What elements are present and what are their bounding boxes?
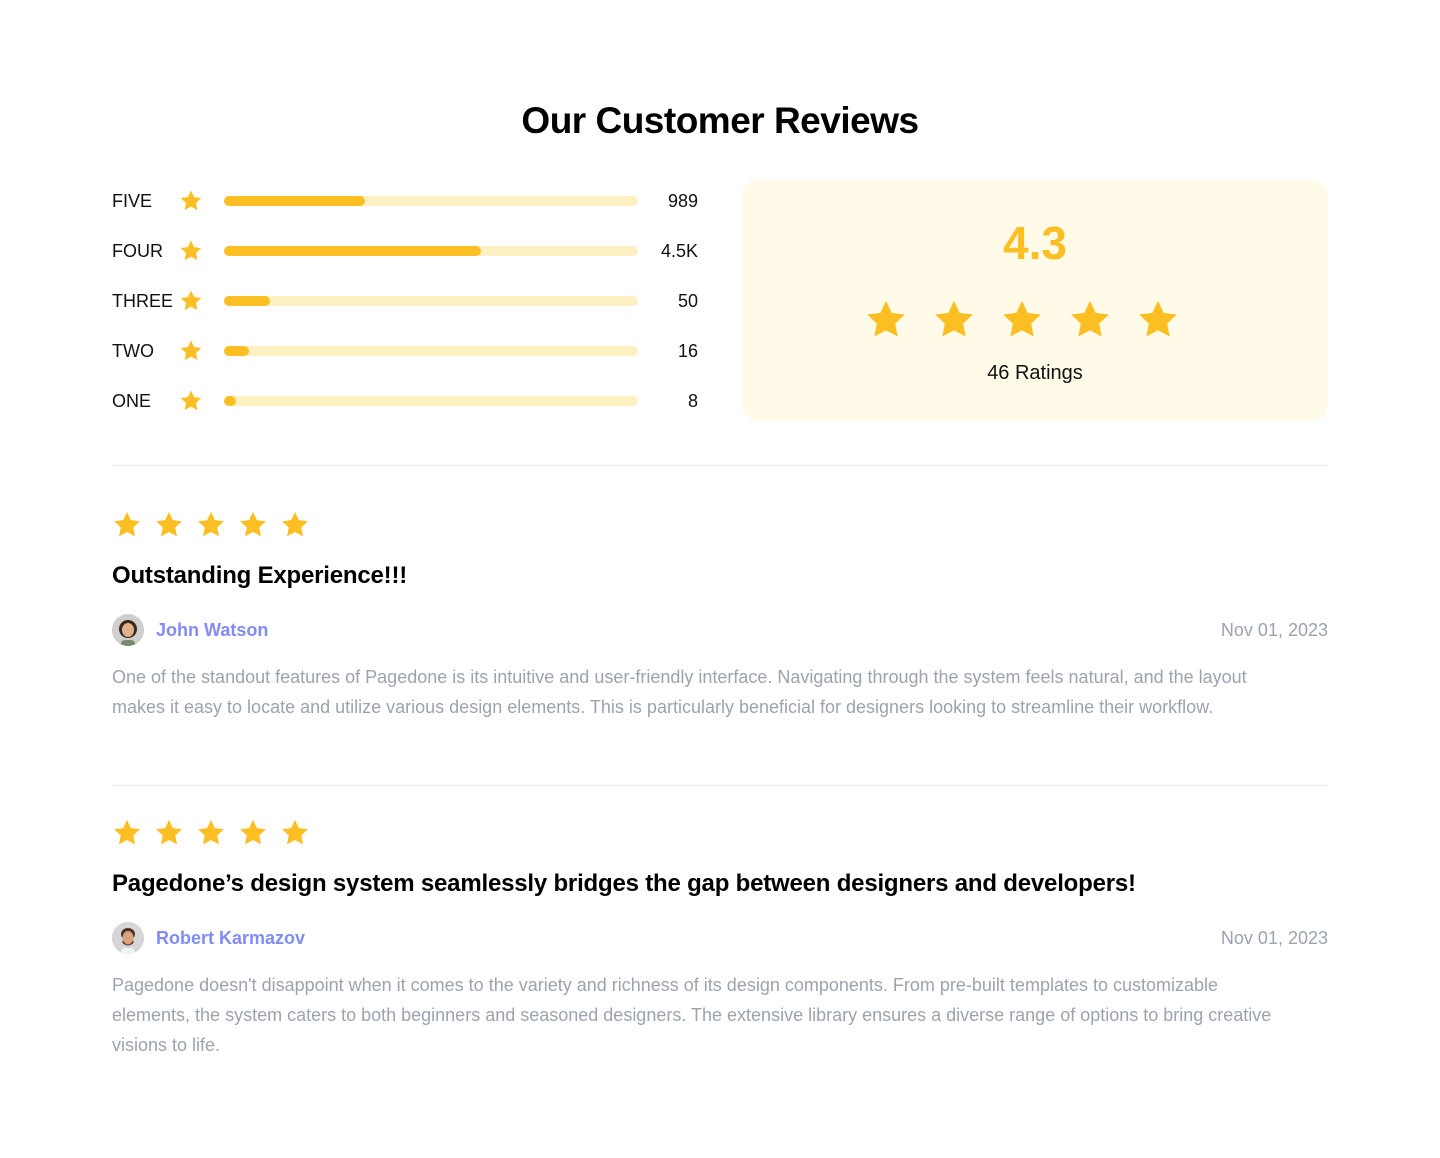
distribution-row-five: FIVE 989: [112, 182, 698, 232]
distribution-label: FIVE: [112, 191, 153, 211]
page-title: Our Customer Reviews: [521, 100, 919, 141]
distribution-count: 50: [677, 291, 698, 311]
star-icon: [1139, 300, 1177, 337]
review-author[interactable]: John Watson: [156, 620, 268, 641]
star-icon: [1003, 300, 1041, 337]
distribution-bar: [224, 296, 638, 306]
distribution-label: THREE: [112, 291, 174, 311]
distribution-bar-fill: [224, 296, 270, 306]
distribution-bar-fill: [224, 346, 249, 356]
ratings-count: 46 Ratings: [987, 362, 1083, 384]
review-body: Pagedone doesn't disappoint when it come…: [112, 975, 1272, 1055]
distribution-bar-fill: [224, 246, 481, 256]
star-icon: [240, 819, 266, 845]
review-author[interactable]: Robert Karmazov: [156, 928, 305, 949]
star-icon: [180, 340, 202, 361]
avatar[interactable]: [112, 922, 144, 954]
average-score: 4.3: [1003, 217, 1067, 269]
review-title: Outstanding Experience!!!: [112, 562, 408, 589]
star-icon: [240, 511, 266, 537]
star-icon: [198, 819, 224, 845]
distribution-row-one: ONE 8: [112, 382, 698, 432]
avatar[interactable]: [112, 614, 144, 646]
avatar-robert-karmazov-icon: [112, 922, 144, 954]
distribution-bar-fill: [224, 196, 365, 206]
star-icon: [180, 190, 202, 211]
rating-summary-card: 4.3 46 Ratings: [742, 180, 1328, 421]
divider: [112, 465, 1328, 466]
star-icon: [114, 819, 140, 845]
distribution-bar: [224, 246, 638, 256]
star-icon: [114, 511, 140, 537]
star-icon: [867, 300, 905, 337]
review-body: One of the standout features of Pagedone…: [112, 667, 1247, 717]
distribution-bar: [224, 396, 638, 406]
star-icon: [282, 819, 308, 845]
rating-distribution: FIVE 989 FOUR 4.5K THREE 50 TWO 16 ONE 8: [112, 182, 698, 432]
review-date: Nov 01, 2023: [1220, 620, 1328, 640]
review-star-rating: [112, 510, 312, 540]
distribution-label: FOUR: [112, 241, 163, 261]
distribution-row-two: TWO 16: [112, 332, 698, 382]
summary-star-rating: [864, 298, 1206, 342]
distribution-bar-fill: [224, 396, 237, 406]
star-icon: [180, 240, 202, 261]
distribution-label: ONE: [112, 391, 152, 411]
star-icon: [198, 511, 224, 537]
distribution-row-four: FOUR 4.5K: [112, 232, 698, 282]
avatar-john-watson-icon: [112, 614, 144, 646]
distribution-bar: [224, 196, 638, 206]
distribution-count: 16: [677, 341, 698, 361]
review-title: Pagedone’s design system seamlessly brid…: [112, 870, 1136, 897]
distribution-row-three: THREE 50: [112, 282, 698, 332]
review-star-rating: [112, 818, 312, 848]
star-icon: [1071, 300, 1109, 337]
review-date: Nov 01, 2023: [1220, 928, 1328, 948]
distribution-count: 4.5K: [660, 241, 698, 261]
star-icon: [156, 511, 182, 537]
star-icon: [180, 390, 202, 411]
divider: [112, 785, 1328, 786]
distribution-bar: [224, 346, 638, 356]
star-icon: [282, 511, 308, 537]
distribution-count: 8: [687, 391, 698, 411]
star-icon: [935, 300, 973, 337]
star-icon: [156, 819, 182, 845]
distribution-label: TWO: [112, 341, 154, 361]
distribution-count: 989: [667, 191, 698, 211]
star-icon: [180, 290, 202, 311]
